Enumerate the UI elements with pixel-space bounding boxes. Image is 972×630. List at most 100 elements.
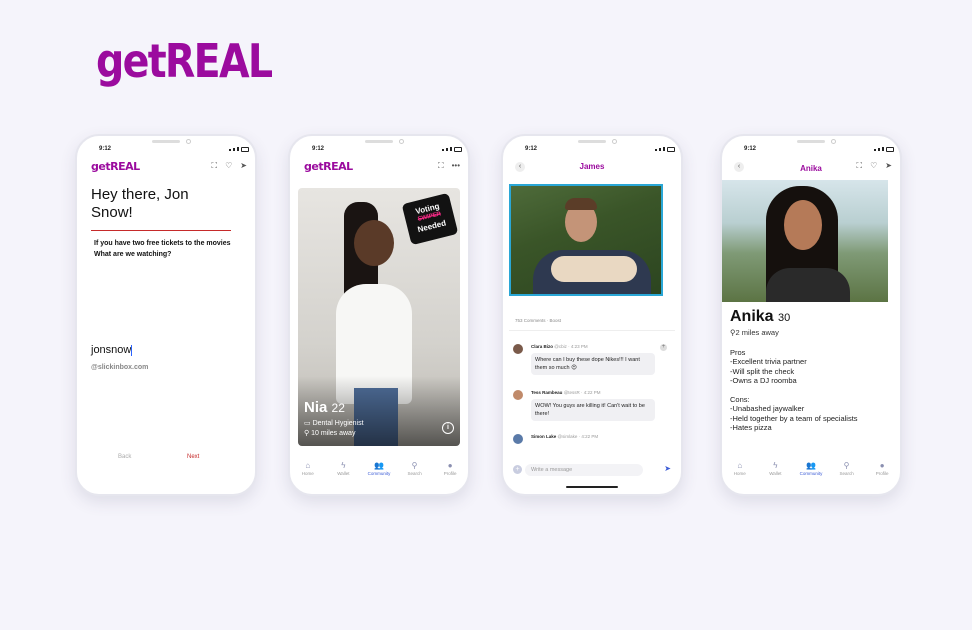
battery-icon <box>886 147 894 152</box>
photo-shirt <box>766 268 850 302</box>
nav-profile[interactable]: ● Profile <box>436 460 464 484</box>
plus-icon[interactable]: + <box>660 344 667 351</box>
heart-icon[interactable]: ♡ <box>225 161 232 171</box>
status-bar: 9:12 <box>722 146 900 156</box>
phone-comments: 9:12 ‹ James 753 Comments · Boost Clara … <box>501 134 683 496</box>
nav-community[interactable]: 👥 Community <box>797 460 825 484</box>
comment-author: Clara Bizo @cbiz · 4:23 PM <box>531 344 588 349</box>
status-time: 9:12 <box>744 146 757 152</box>
scan-icon[interactable]: ⛶ <box>857 161 863 171</box>
post-photo[interactable] <box>509 184 663 296</box>
profile-distance: ⚲ 10 miles away <box>304 429 355 437</box>
heart-icon[interactable]: ♡ <box>870 161 877 171</box>
prompt-line-1: If you have two free tickets to the movi… <box>94 240 231 247</box>
people-icon: 👥 <box>374 461 384 470</box>
nav-search-label: Search <box>839 471 854 476</box>
comment-item: Clara Bizo @cbiz · 4:23 PM + Where can I… <box>513 344 671 384</box>
comment-author: Tess Rambeau @tessR · 4:22 PM <box>531 390 601 395</box>
info-button[interactable]: i <box>442 422 454 434</box>
avatar-icon: ● <box>447 461 453 470</box>
location-pin-icon: ⚲ <box>304 430 310 437</box>
prompt-question: If you have two free tickets to the movi… <box>94 238 234 260</box>
profile-name-text: Anika <box>730 308 774 325</box>
speaker-notch <box>578 140 606 143</box>
signal-icon <box>874 147 884 151</box>
profile-name: Nia 22 <box>304 399 345 416</box>
post-meta: 753 Comments · Boost <box>515 318 562 323</box>
speaker-notch <box>152 140 180 143</box>
nav-wallet-label: Wallet <box>337 471 350 476</box>
camera <box>186 139 191 144</box>
comment-author-name: Tess Rambeau <box>531 390 563 395</box>
profile-job: ▭ Dental Hygienist <box>304 419 364 427</box>
next-button[interactable]: Next <box>187 454 199 460</box>
avatar <box>513 434 523 444</box>
phone-profile: 9:12 ‹ Anika ⛶ ♡ ➤ Anika 30 ⚲2 miles awa… <box>720 134 902 496</box>
nav-search[interactable]: ⚲ Search <box>833 460 861 484</box>
comment-bubble: Where can I buy these dope Nikes!!! I wa… <box>531 353 655 375</box>
scan-icon[interactable]: ⛶ <box>212 161 218 171</box>
home-indicator <box>566 486 618 488</box>
briefcase-icon: ▭ <box>304 420 311 427</box>
photo-face <box>784 200 822 250</box>
nav-community[interactable]: 👥 Community <box>365 460 393 484</box>
header-icons: ⛶ ♡ ➤ <box>857 161 892 171</box>
status-bar: 9:12 <box>503 146 681 156</box>
search-icon: ⚲ <box>843 461 850 470</box>
nav-home-label: Home <box>733 471 746 476</box>
divider <box>91 230 231 231</box>
comment-meta: @tessR · 4:22 PM <box>563 390 601 395</box>
comment-meta: @simlake · 4:22 PM <box>557 434 599 439</box>
send-icon[interactable]: ➤ <box>664 464 671 473</box>
comment-bubble: WOW! You guys are killing it! Can't wait… <box>531 399 655 421</box>
message-composer: + Write a message ➤ <box>509 462 675 478</box>
comment-meta: @cbiz · 4:23 PM <box>554 344 588 349</box>
screen: Voting SWIPER Needed Nia 22 ▭ Dental Hyg… <box>297 142 461 488</box>
avatar <box>513 390 523 400</box>
nav-home-label: Home <box>301 471 314 476</box>
photo-hair <box>565 198 597 210</box>
add-button[interactable]: + <box>513 465 522 474</box>
app-logo: getREAL <box>91 160 140 173</box>
battery-icon <box>241 147 249 152</box>
nav-wallet[interactable]: ϟ Wallet <box>761 460 789 484</box>
profile-distance-text: 2 miles away <box>735 328 779 337</box>
search-icon: ⚲ <box>411 461 418 470</box>
phone-signup: 9:12 getREAL ⛶ ♡ ➤ Hey there, Jon Snow! … <box>75 134 257 496</box>
nav-wallet[interactable]: ϟ Wallet <box>329 460 357 484</box>
nav-search[interactable]: ⚲ Search <box>401 460 429 484</box>
profile-name-text: Nia <box>304 399 328 416</box>
nav-home[interactable]: ⌂ Home <box>294 460 322 484</box>
profile-bio: Pros -Excellent trivia partner -Will spl… <box>730 348 858 433</box>
nav-home[interactable]: ⌂ Home <box>726 460 754 484</box>
message-input[interactable]: Write a message <box>525 464 643 476</box>
bottom-nav: ⌂ Home ϟ Wallet 👥 Community ⚲ Search ● Profil… <box>290 460 468 484</box>
back-button[interactable]: Back <box>118 454 131 460</box>
username-input[interactable]: jonsnow <box>91 344 133 356</box>
profile-photo[interactable] <box>722 180 888 302</box>
profile-distance-text: 10 miles away <box>311 430 356 437</box>
status-bar: 9:12 <box>77 146 255 156</box>
profile-name: Anika 30 <box>730 308 790 326</box>
send-icon[interactable]: ➤ <box>240 161 247 171</box>
bottom-nav: ⌂ Home ϟ Wallet 👥 Community ⚲ Search ● Profil… <box>722 460 900 484</box>
profile-age: 30 <box>778 312 791 324</box>
signal-icon <box>655 147 665 151</box>
avatar <box>513 344 523 354</box>
send-icon[interactable]: ➤ <box>885 161 892 171</box>
bolt-icon: ϟ <box>341 461 346 470</box>
divider <box>509 330 675 331</box>
comment-author-name: Simon Lake <box>531 434 557 439</box>
status-time: 9:12 <box>525 146 538 152</box>
greeting-heading: Hey there, Jon Snow! <box>91 186 189 221</box>
signal-icon <box>229 147 239 151</box>
profile-card-photo[interactable]: Voting SWIPER Needed Nia 22 ▭ Dental Hyg… <box>298 188 460 446</box>
username-domain: @slickinbox.com <box>91 364 149 371</box>
photo-dog <box>551 256 637 282</box>
text-cursor <box>131 344 133 356</box>
status-time: 9:12 <box>99 146 112 152</box>
nav-profile[interactable]: ● Profile <box>868 460 896 484</box>
speaker-notch <box>797 140 825 143</box>
profile-age: 22 <box>331 401 345 415</box>
home-icon: ⌂ <box>737 461 743 470</box>
